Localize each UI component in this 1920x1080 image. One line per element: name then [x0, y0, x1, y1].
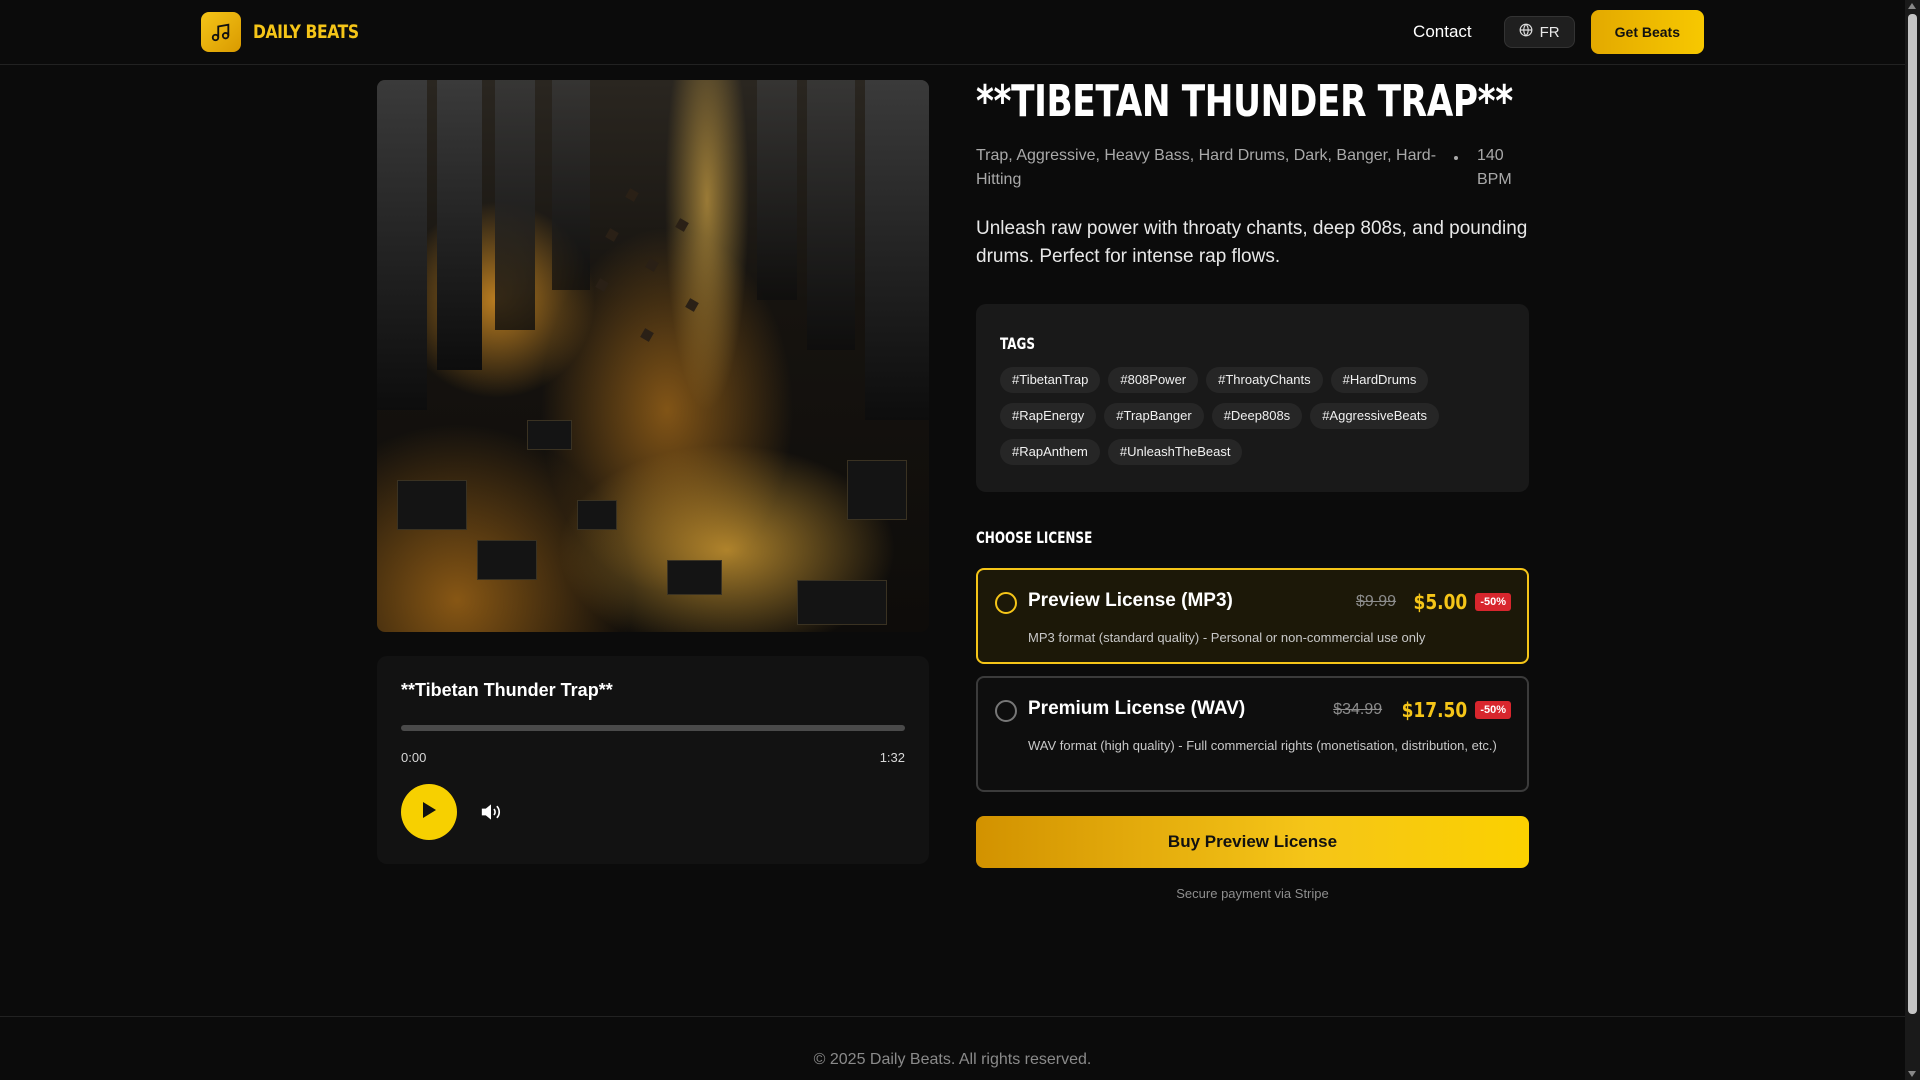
- total-time: 1:32: [879, 750, 905, 765]
- brand-logo[interactable]: DAILY BEATS: [201, 12, 382, 52]
- tag-list: #TibetanTrap #808Power #ThroatyChants #H…: [1000, 367, 1500, 465]
- audio-player: **Tibetan Thunder Trap** 0:00 1:32: [377, 656, 929, 864]
- tag-chip[interactable]: #RapEnergy: [1000, 403, 1097, 429]
- language-label: FR: [1539, 23, 1560, 41]
- tag-chip[interactable]: #TrapBanger: [1104, 403, 1204, 429]
- license-price: $17.50: [1401, 698, 1468, 722]
- tag-chip[interactable]: #AggressiveBeats: [1310, 403, 1439, 429]
- footer-copyright: © 2025 Daily Beats. All rights reserved.: [813, 1051, 1092, 1068]
- beat-title: **TIBETAN THUNDER TRAP**: [976, 76, 1513, 127]
- secure-payment-note: Secure payment via Stripe: [1176, 886, 1329, 901]
- tags-panel: TAGS #TibetanTrap #808Power #ThroatyChan…: [976, 304, 1529, 492]
- get-beats-button[interactable]: Get Beats: [1590, 10, 1704, 54]
- player-title: **Tibetan Thunder Trap**: [401, 680, 613, 700]
- discount-badge: -50%: [1475, 593, 1511, 611]
- scroll-down-arrow[interactable]: [1908, 1071, 1916, 1077]
- tag-chip[interactable]: #ThroatyChants: [1206, 367, 1323, 393]
- music-note-icon: [201, 12, 241, 52]
- play-button[interactable]: [401, 784, 457, 840]
- nav-contact-link[interactable]: Contact: [1413, 22, 1472, 42]
- progress-bar[interactable]: [401, 725, 905, 731]
- license-price: $5.00: [1413, 590, 1468, 614]
- license-description: WAV format (high quality) - Full commerc…: [1028, 738, 1497, 753]
- license-radio-premium[interactable]: [995, 700, 1017, 722]
- volume-icon: [480, 804, 502, 826]
- license-option-preview[interactable]: Preview License (MP3) $9.99 $5.00 -50% M…: [976, 568, 1529, 664]
- license-prices: $34.99 $17.50 -50%: [1333, 698, 1511, 722]
- tag-chip[interactable]: #TibetanTrap: [1000, 367, 1101, 393]
- tag-chip[interactable]: #Deep808s: [1211, 403, 1303, 429]
- license-prices: $9.99 $5.00 -50%: [1356, 590, 1511, 614]
- license-name: Preview License (MP3): [1028, 590, 1233, 611]
- separator-dot: [1454, 156, 1458, 160]
- top-nav: Contact FR Get Beats: [1413, 10, 1704, 54]
- play-icon: [420, 800, 438, 825]
- license-radio-preview[interactable]: [995, 592, 1017, 614]
- scroll-up-arrow[interactable]: [1908, 3, 1916, 9]
- language-switcher[interactable]: FR: [1503, 16, 1575, 48]
- license-old-price: $34.99: [1333, 701, 1383, 718]
- beat-bpm: 140 BPM: [1477, 147, 1512, 188]
- license-option-premium[interactable]: Premium License (WAV) $34.99 $17.50 -50%…: [976, 676, 1529, 792]
- license-heading: CHOOSE LICENSE: [976, 528, 1093, 547]
- beat-genres: Trap, Aggressive, Heavy Bass, Hard Drums…: [976, 147, 1437, 188]
- beat-description: Unleash raw power with throaty chants, d…: [976, 218, 1528, 267]
- current-time: 0:00: [401, 750, 427, 765]
- tag-chip[interactable]: #808Power: [1108, 367, 1199, 393]
- tag-chip[interactable]: #RapAnthem: [1000, 439, 1100, 465]
- brand-name: DAILY BEATS: [253, 21, 359, 43]
- tag-chip[interactable]: #UnleashTheBeast: [1107, 439, 1243, 465]
- page-scrollbar[interactable]: [1905, 0, 1920, 1080]
- buy-license-button[interactable]: Buy Preview License: [976, 816, 1529, 868]
- license-old-price: $9.99: [1356, 593, 1397, 610]
- volume-button[interactable]: [480, 802, 502, 822]
- license-description: MP3 format (standard quality) - Personal…: [1028, 630, 1426, 645]
- discount-badge: -50%: [1475, 701, 1511, 719]
- site-header: DAILY BEATS Contact FR Get Beats: [0, 0, 1905, 65]
- beat-cover-art: [377, 80, 929, 632]
- site-footer: © 2025 Daily Beats. All rights reserved.: [0, 1016, 1905, 1080]
- license-name: Premium License (WAV): [1028, 698, 1246, 719]
- tag-chip[interactable]: #HardDrums: [1330, 367, 1429, 393]
- globe-icon: [1519, 23, 1533, 41]
- tags-heading: TAGS: [1000, 334, 1036, 353]
- scroll-thumb[interactable]: [1908, 14, 1917, 1014]
